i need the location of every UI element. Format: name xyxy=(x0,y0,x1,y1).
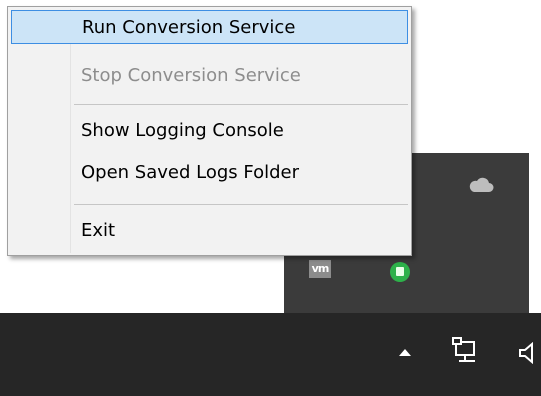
menu-item-label: Run Conversion Service xyxy=(82,17,296,38)
menu-item-label: Stop Conversion Service xyxy=(81,65,301,86)
menu-item-stop-conversion-service: Stop Conversion Service xyxy=(11,59,408,93)
menu-item-label: Show Logging Console xyxy=(81,120,284,141)
network-icon[interactable] xyxy=(451,337,481,367)
vm-icon[interactable]: vm xyxy=(309,260,331,278)
green-app-icon[interactable] xyxy=(390,262,410,282)
menu-item-show-logging-console[interactable]: Show Logging Console xyxy=(11,114,408,148)
menu-item-open-saved-logs-folder[interactable]: Open Saved Logs Folder xyxy=(11,156,408,190)
menu-item-label: Open Saved Logs Folder xyxy=(81,162,300,183)
show-hidden-icons-chevron-icon[interactable] xyxy=(398,347,412,357)
menu-item-label: Exit xyxy=(81,220,116,241)
menu-separator xyxy=(74,104,408,105)
menu-separator xyxy=(74,204,408,205)
onedrive-cloud-icon[interactable] xyxy=(468,177,494,193)
menu-item-exit[interactable]: Exit xyxy=(11,214,408,248)
menu-item-run-conversion-service[interactable]: Run Conversion Service xyxy=(11,10,408,44)
context-menu: Run Conversion Service Stop Conversion S… xyxy=(7,6,412,256)
taskbar xyxy=(0,313,541,396)
volume-icon[interactable] xyxy=(516,342,541,364)
